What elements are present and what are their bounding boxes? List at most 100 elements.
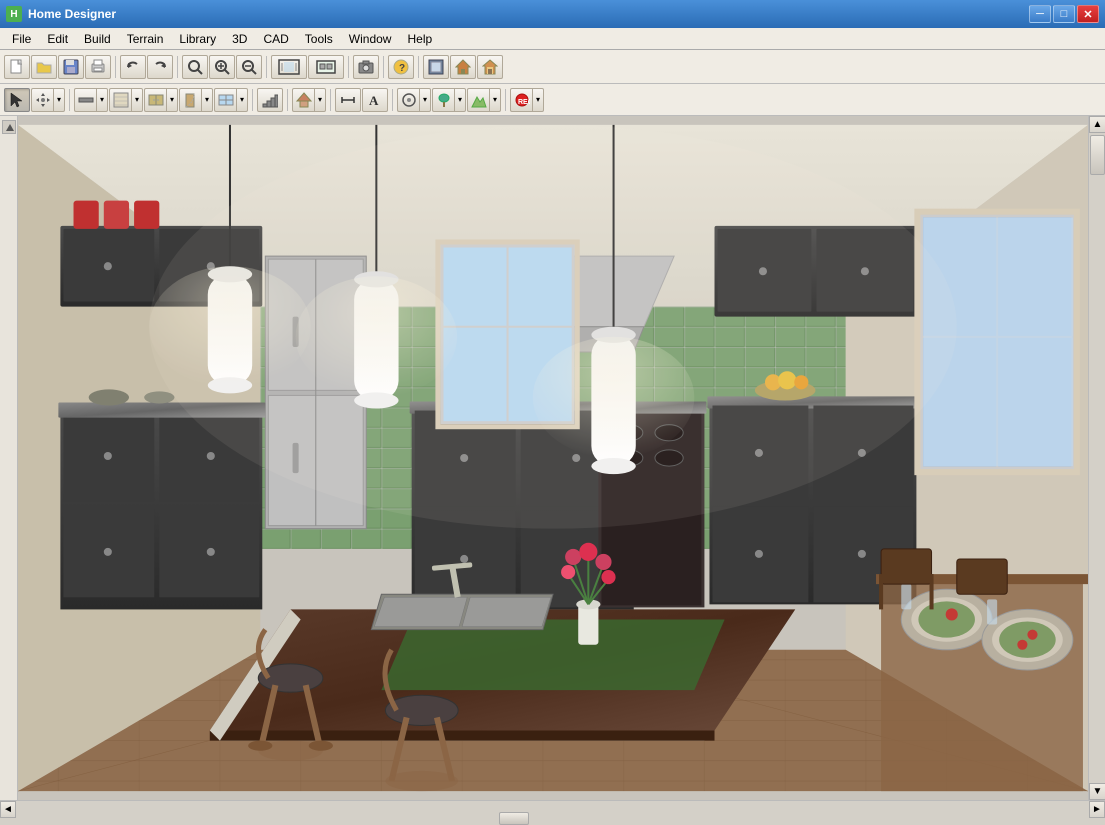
open-button[interactable] — [31, 55, 57, 79]
object-button[interactable] — [397, 88, 419, 112]
separator-t2-4 — [330, 89, 331, 111]
bottom-scrollbar: ◄ ► — [0, 801, 1105, 818]
zoom-in-button[interactable] — [209, 55, 235, 79]
separator-1 — [115, 56, 116, 78]
menu-bar: File Edit Build Terrain Library 3D CAD T… — [0, 28, 1105, 50]
plant-button[interactable] — [432, 88, 454, 112]
menu-help[interactable]: Help — [399, 30, 440, 48]
cabinet-dropdown-arrow[interactable]: ▾ — [166, 88, 178, 112]
scroll-up-button[interactable]: ▲ — [1089, 116, 1105, 133]
right-scrollbar: ▲ ▼ — [1088, 116, 1105, 800]
scroll-right-button[interactable]: ► — [1089, 801, 1105, 818]
maximize-button[interactable]: □ — [1053, 5, 1075, 23]
door-button[interactable] — [179, 88, 201, 112]
left-scroll-up[interactable] — [2, 120, 16, 134]
pan-dropdown-arrow[interactable]: ▾ — [53, 88, 65, 112]
roof-button-group[interactable]: ▾ — [292, 88, 326, 112]
record-button[interactable]: REC — [510, 88, 532, 112]
separator-t2-1 — [69, 89, 70, 111]
wall-button-group[interactable]: ▾ — [74, 88, 108, 112]
menu-edit[interactable]: Edit — [39, 30, 76, 48]
separator-t2-3 — [287, 89, 288, 111]
pan-button-group[interactable]: ▾ — [31, 88, 65, 112]
wall-exterior-button[interactable] — [423, 55, 449, 79]
floor-button-group[interactable]: ▾ — [109, 88, 143, 112]
camera-button[interactable] — [353, 55, 379, 79]
window-dropdown-arrow[interactable]: ▾ — [236, 88, 248, 112]
help-button[interactable]: ? — [388, 55, 414, 79]
menu-window[interactable]: Window — [341, 30, 400, 48]
main-area: ▲ ▼ — [0, 116, 1105, 800]
zoom-glass-button[interactable] — [182, 55, 208, 79]
menu-terrain[interactable]: Terrain — [119, 30, 172, 48]
plant-button-group[interactable]: ▾ — [432, 88, 466, 112]
roof-button[interactable] — [292, 88, 314, 112]
separator-3 — [266, 56, 267, 78]
menu-tools[interactable]: Tools — [297, 30, 341, 48]
record-button-group[interactable]: REC ▾ — [510, 88, 544, 112]
window-controls: ─ □ ✕ — [1029, 5, 1099, 23]
select-button[interactable] — [4, 88, 30, 112]
floor-dropdown-arrow[interactable]: ▾ — [131, 88, 143, 112]
zoom-out-button[interactable] — [236, 55, 262, 79]
svg-text:?: ? — [399, 63, 405, 74]
plan-view-button[interactable] — [308, 55, 344, 79]
floor-button[interactable] — [109, 88, 131, 112]
redo-button[interactable] — [147, 55, 173, 79]
separator-6 — [418, 56, 419, 78]
print-button[interactable] — [85, 55, 111, 79]
close-button[interactable]: ✕ — [1077, 5, 1099, 23]
menu-cad[interactable]: CAD — [255, 30, 296, 48]
menu-build[interactable]: Build — [76, 30, 119, 48]
cabinet-button[interactable] — [144, 88, 166, 112]
canvas-area[interactable] — [18, 116, 1088, 800]
cabinet-button-group[interactable]: ▾ — [144, 88, 178, 112]
scroll-thumb-right[interactable] — [1090, 135, 1105, 175]
wall-dropdown-arrow[interactable]: ▾ — [96, 88, 108, 112]
terrain-tool-button[interactable] — [467, 88, 489, 112]
dimension-button[interactable] — [335, 88, 361, 112]
roof-dropdown-arrow[interactable]: ▾ — [314, 88, 326, 112]
terrain-button-group[interactable]: ▾ — [467, 88, 501, 112]
svg-text:A: A — [369, 93, 379, 108]
menu-library[interactable]: Library — [171, 30, 224, 48]
window-button-group[interactable]: ▾ — [214, 88, 248, 112]
window-draw-button[interactable] — [214, 88, 236, 112]
wall-button[interactable] — [74, 88, 96, 112]
save-button[interactable] — [58, 55, 84, 79]
left-panel — [0, 116, 18, 800]
new-button[interactable] — [4, 55, 30, 79]
menu-file[interactable]: File — [4, 30, 39, 48]
plant-dropdown-arrow[interactable]: ▾ — [454, 88, 466, 112]
undo-button[interactable] — [120, 55, 146, 79]
kitchen-scene — [18, 116, 1088, 800]
pan-button[interactable] — [31, 88, 53, 112]
separator-4 — [348, 56, 349, 78]
door-dropdown-arrow[interactable]: ▾ — [201, 88, 213, 112]
toolbar-draw: ▾ ▾ ▾ ▾ ▾ ▾ ▾ — [0, 84, 1105, 116]
door-button-group[interactable]: ▾ — [179, 88, 213, 112]
scroll-track-right[interactable] — [1089, 133, 1105, 783]
title-bar: H Home Designer ─ □ ✕ — [0, 0, 1105, 28]
separator-t2-2 — [252, 89, 253, 111]
scroll-left-button[interactable]: ◄ — [0, 801, 16, 818]
terrain-dropdown-arrow[interactable]: ▾ — [489, 88, 501, 112]
menu-3d[interactable]: 3D — [224, 30, 255, 48]
scroll-down-button[interactable]: ▼ — [1089, 783, 1105, 800]
house-exterior-button[interactable] — [477, 55, 503, 79]
app-icon: H — [6, 6, 22, 22]
separator-5 — [383, 56, 384, 78]
fill-window-button[interactable] — [271, 55, 307, 79]
stairs-button[interactable] — [257, 88, 283, 112]
toolbar-main: ? — [0, 50, 1105, 84]
text-tool-button[interactable]: A — [362, 88, 388, 112]
record-dropdown-arrow[interactable]: ▾ — [532, 88, 544, 112]
bottom-bar: ◄ ► — [0, 800, 1105, 818]
minimize-button[interactable]: ─ — [1029, 5, 1051, 23]
separator-t2-5 — [392, 89, 393, 111]
scroll-thumb-bottom[interactable] — [499, 812, 529, 825]
object-button-group[interactable]: ▾ — [397, 88, 431, 112]
home-button[interactable] — [450, 55, 476, 79]
svg-text:REC: REC — [518, 99, 530, 106]
object-dropdown-arrow[interactable]: ▾ — [419, 88, 431, 112]
